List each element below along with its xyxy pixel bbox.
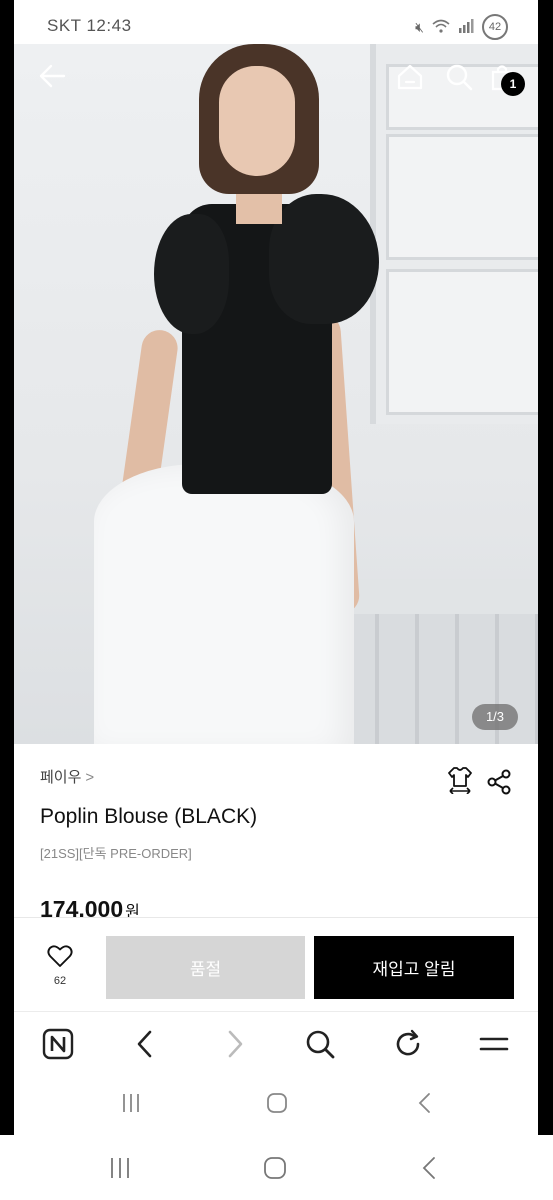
model-sleeve [154,214,229,334]
browser-back-icon[interactable] [130,1028,162,1060]
status-icons: 🔇︎ 42 [415,14,508,40]
system-back-icon[interactable] [418,1156,442,1180]
system-back-icon[interactable] [414,1092,436,1114]
product-image[interactable]: 1 1/3 [14,44,538,744]
heart-icon [47,945,73,967]
recent-apps-icon[interactable] [120,1092,142,1114]
browser-search-icon[interactable] [304,1028,336,1060]
browser-forward-icon[interactable] [218,1028,250,1060]
model-skirt [94,464,354,744]
purchase-bar: 62 품절 재입고 알림 [14,917,538,1012]
like-count: 62 [53,975,67,987]
model-sleeve [269,194,379,324]
outer-navigation-bar [0,1135,553,1200]
home-button-icon[interactable] [266,1092,288,1114]
restock-alert-button[interactable]: 재입고 알림 [314,936,514,999]
menu-icon[interactable] [478,1028,510,1060]
home-icon[interactable] [396,63,424,91]
carrier-time: SKT 12:43 [47,16,132,35]
recent-apps-icon[interactable] [108,1156,132,1180]
brand-name: 페이우 [40,769,82,786]
phone-screen: SKT 12:43 🔇︎ 42 1 1/3 페이우 > Poplin Blous… [14,0,538,1135]
product-subtitle: [21SS][단독 PRE-ORDER] [40,846,192,861]
brand-link[interactable]: 페이우 > [40,766,94,787]
status-bar: SKT 12:43 🔇︎ 42 [14,0,538,44]
back-arrow-icon[interactable] [38,64,66,88]
sold-out-button[interactable]: 품절 [106,936,305,999]
share-icon[interactable] [486,769,512,795]
product-title: Poplin Blouse (BLACK) [40,805,258,828]
background-ledge [339,579,538,619]
size-guide-icon[interactable] [448,766,472,794]
system-navigation-bar [14,1073,538,1135]
refresh-icon[interactable] [392,1028,424,1060]
window-pane [386,269,538,415]
signal-icon [458,18,474,36]
like-button[interactable]: 62 [40,944,80,987]
chevron-right-icon: > [85,769,95,786]
cart-count-badge: 1 [501,72,525,96]
naver-home-icon[interactable] [42,1028,74,1060]
image-counter: 1/3 [472,704,518,730]
battery-icon: 42 [482,14,508,40]
top-navigation: 1 [14,44,538,108]
mute-icon: 🔇︎ [415,18,424,35]
wifi-icon [432,19,450,36]
search-icon[interactable] [445,63,473,91]
browser-toolbar [14,1011,538,1074]
home-button-icon[interactable] [263,1156,287,1180]
window-pane [386,134,538,260]
